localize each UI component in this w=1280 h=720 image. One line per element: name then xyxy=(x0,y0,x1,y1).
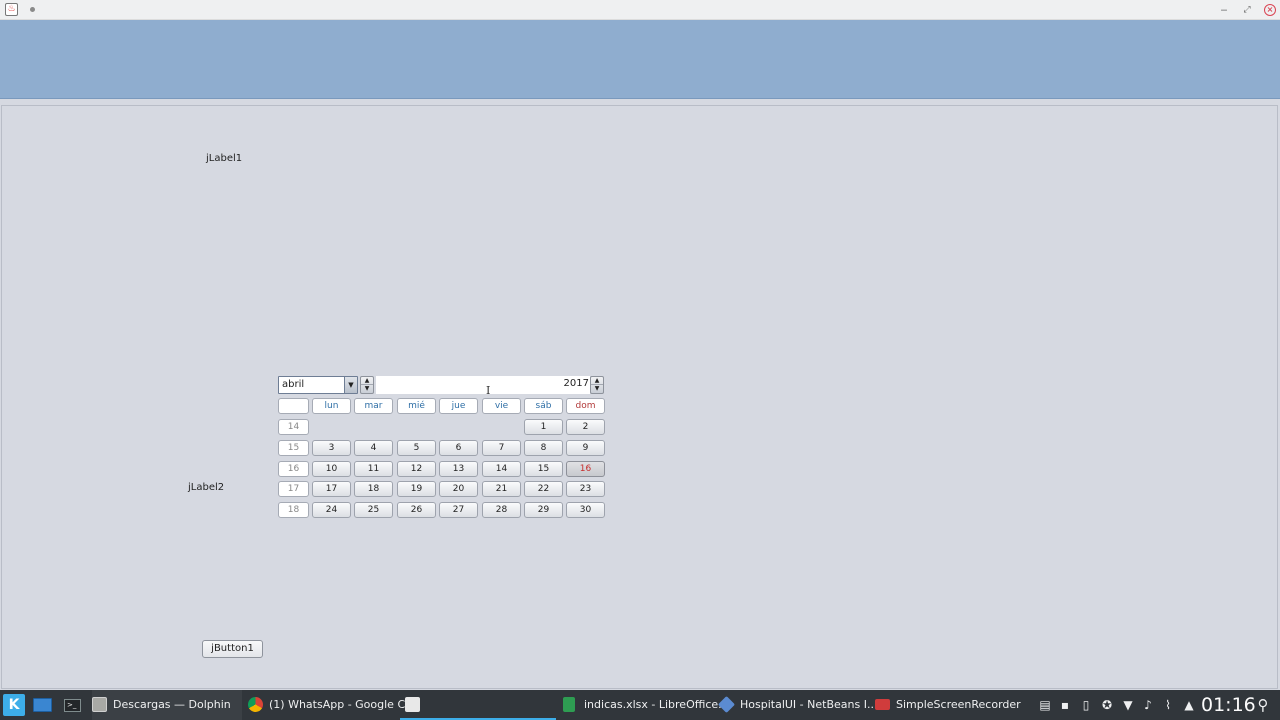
task-dolphin[interactable]: Descargas — Dolphin xyxy=(92,690,242,720)
close-button[interactable]: × xyxy=(1262,2,1278,18)
day-header-0: lun xyxy=(312,398,351,414)
day-button[interactable]: 26 xyxy=(397,502,436,518)
day-button[interactable]: 12 xyxy=(397,461,436,477)
text-cursor-icon: I xyxy=(486,384,491,397)
minimize-button[interactable]: ‒ xyxy=(1216,2,1232,18)
day-header-5: sáb xyxy=(524,398,563,414)
month-combobox[interactable]: abril ▼ xyxy=(278,376,358,394)
task-netbeans[interactable]: HospitalUI - NetBeans I... xyxy=(718,690,877,720)
year-value: 2017 xyxy=(563,378,589,389)
day-button[interactable]: 5 xyxy=(397,440,436,456)
week-number: 17 xyxy=(278,481,309,497)
task-libreoffice[interactable]: indicas.xlsx - LibreOffice... xyxy=(563,690,729,720)
task-label: Descargas — Dolphin xyxy=(113,698,231,711)
spin-up-icon[interactable]: ▲ xyxy=(591,377,603,385)
day-button[interactable]: 30 xyxy=(566,502,605,518)
day-button[interactable]: 27 xyxy=(439,502,478,518)
day-header-2: mié xyxy=(397,398,436,414)
clipboard-icon[interactable]: ▤ xyxy=(1037,696,1053,714)
month-value: abril xyxy=(282,379,305,390)
header-panel xyxy=(0,20,1280,99)
day-button[interactable]: 7 xyxy=(482,440,521,456)
day-button[interactable]: 20 xyxy=(439,481,478,497)
day-button[interactable]: 6 xyxy=(439,440,478,456)
task-label: indicas.xlsx - LibreOffice... xyxy=(584,698,729,711)
volume-icon[interactable]: ♪ xyxy=(1140,696,1156,714)
day-button[interactable]: 15 xyxy=(524,461,563,477)
day-button[interactable]: 25 xyxy=(354,502,393,518)
year-spinner[interactable]: ▲ ▼ xyxy=(590,376,604,394)
application-menu-icon[interactable]: K xyxy=(3,694,25,716)
day-button[interactable]: 2 xyxy=(566,419,605,435)
dolphin-icon xyxy=(92,697,107,712)
media-icon[interactable]: ▪ xyxy=(1057,696,1073,714)
day-header-4: vie xyxy=(482,398,521,414)
day-button[interactable]: 3 xyxy=(312,440,351,456)
netbeans-icon xyxy=(718,696,735,713)
day-button[interactable]: 22 xyxy=(524,481,563,497)
task-screen-recorder[interactable]: SimpleScreenRecorder xyxy=(875,690,1025,720)
week-header-cell xyxy=(278,398,309,414)
accessibility-icon[interactable]: ✪ xyxy=(1099,696,1115,714)
day-button[interactable]: 13 xyxy=(439,461,478,477)
day-button[interactable]: 19 xyxy=(397,481,436,497)
task-label: (1) WhatsApp - Google C... xyxy=(269,698,416,711)
task-label: HospitalUI - NetBeans I... xyxy=(740,698,878,711)
terminal-icon[interactable]: >_ xyxy=(62,694,84,716)
jlabel2: jLabel2 xyxy=(188,482,225,493)
day-button[interactable]: 4 xyxy=(354,440,393,456)
chevron-down-icon[interactable]: ▼ xyxy=(344,377,357,393)
day-button[interactable]: 28 xyxy=(482,502,521,518)
phone-icon[interactable]: ▯ xyxy=(1078,696,1094,714)
year-field[interactable]: 2017 xyxy=(376,376,590,394)
day-button[interactable]: 16 xyxy=(566,461,605,477)
maximize-button[interactable]: ⤢ xyxy=(1239,2,1255,18)
java-icon xyxy=(405,697,420,712)
day-button[interactable]: 17 xyxy=(312,481,351,497)
task-chrome[interactable]: (1) WhatsApp - Google C... xyxy=(248,690,416,720)
chrome-icon xyxy=(248,697,263,712)
week-number: 15 xyxy=(278,440,309,456)
day-button[interactable]: 1 xyxy=(524,419,563,435)
spin-down-icon[interactable]: ▼ xyxy=(591,385,603,393)
day-header-6: dom xyxy=(566,398,605,414)
pin-icon[interactable] xyxy=(30,7,35,12)
task-java[interactable] xyxy=(400,690,556,720)
jbutton1[interactable]: jButton1 xyxy=(202,640,263,658)
week-number: 16 xyxy=(278,461,309,477)
window-titlebar: ♨ ‒ ⤢ × xyxy=(0,0,1280,20)
libreoffice-calc-icon xyxy=(563,697,575,712)
content-panel xyxy=(1,105,1278,689)
taskbar: K >_ Descargas — Dolphin (1) WhatsApp - … xyxy=(0,690,1280,720)
week-number: 18 xyxy=(278,502,309,518)
clock[interactable]: 01:16 xyxy=(1201,694,1256,716)
day-button[interactable]: 10 xyxy=(312,461,351,477)
task-label: SimpleScreenRecorder xyxy=(896,698,1021,711)
day-button[interactable]: 8 xyxy=(524,440,563,456)
network-icon[interactable]: ▼ xyxy=(1120,696,1136,714)
search-icon[interactable]: ⚲ xyxy=(1255,696,1271,714)
month-spinner[interactable]: ▲ ▼ xyxy=(360,376,374,394)
day-button[interactable]: 11 xyxy=(354,461,393,477)
chevron-up-icon[interactable]: ▲ xyxy=(1181,696,1197,714)
day-button[interactable]: 9 xyxy=(566,440,605,456)
attachment-icon[interactable]: ⌇ xyxy=(1160,696,1176,714)
jlabel1: jLabel1 xyxy=(206,153,243,164)
show-desktop-icon[interactable] xyxy=(32,694,54,716)
day-button[interactable]: 23 xyxy=(566,481,605,497)
java-icon[interactable]: ♨ xyxy=(5,3,18,16)
day-button[interactable]: 21 xyxy=(482,481,521,497)
day-button[interactable]: 29 xyxy=(524,502,563,518)
spin-down-icon[interactable]: ▼ xyxy=(361,385,373,393)
day-button[interactable]: 24 xyxy=(312,502,351,518)
screen-recorder-icon xyxy=(875,699,890,710)
day-button[interactable]: 14 xyxy=(482,461,521,477)
day-header-3: jue xyxy=(439,398,478,414)
day-header-1: mar xyxy=(354,398,393,414)
spin-up-icon[interactable]: ▲ xyxy=(361,377,373,385)
day-button[interactable]: 18 xyxy=(354,481,393,497)
week-number: 14 xyxy=(278,419,309,435)
